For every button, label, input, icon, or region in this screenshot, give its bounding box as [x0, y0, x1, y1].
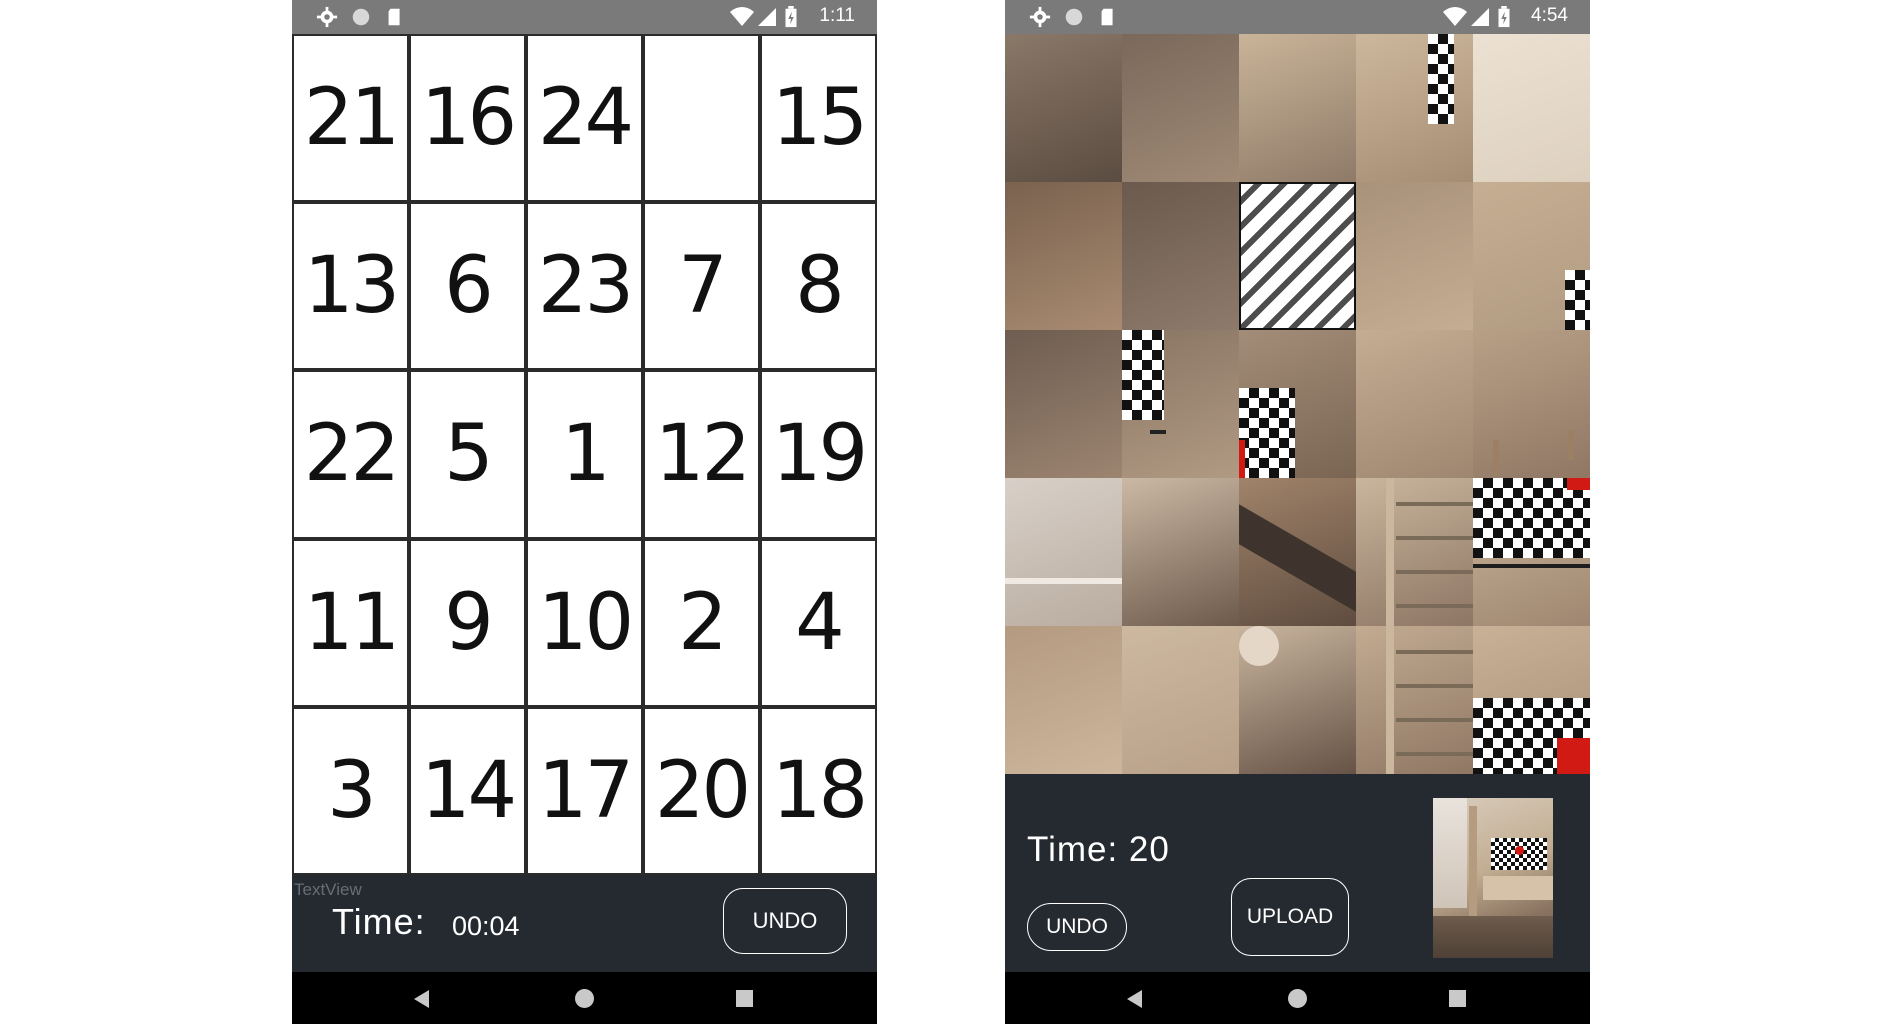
image-tile[interactable] [1005, 34, 1122, 182]
image-tile[interactable] [1473, 182, 1590, 330]
undo-button[interactable]: UNDO [723, 888, 847, 954]
battery-charging-icon [1498, 6, 1510, 28]
phone-number-puzzle: 1:11 21 16 24 15 13 6 23 7 8 22 5 1 12 19 11 9 10 2 4 3 14 17… [292, 0, 877, 1024]
image-tile[interactable] [1356, 626, 1473, 774]
puzzle-tile[interactable]: 8 [762, 204, 875, 369]
battery-charging-icon [785, 6, 797, 28]
puzzle-tile[interactable]: 19 [762, 372, 875, 537]
image-tile[interactable] [1239, 34, 1356, 182]
puzzle-tile[interactable]: 17 [528, 708, 641, 873]
navigation-bar [292, 972, 877, 1024]
image-tile[interactable] [1122, 626, 1239, 774]
home-icon[interactable] [575, 989, 594, 1008]
circle-status-icon [352, 8, 370, 26]
image-tile[interactable] [1356, 330, 1473, 478]
puzzle-tile[interactable]: 11 [294, 540, 407, 705]
back-icon[interactable] [1127, 990, 1142, 1008]
image-tile[interactable] [1239, 478, 1356, 626]
image-tile[interactable] [1356, 182, 1473, 330]
sd-card-icon [388, 8, 400, 26]
signal-icon [758, 8, 776, 26]
image-tile[interactable] [1122, 330, 1239, 478]
puzzle-tile[interactable]: 1 [528, 372, 641, 537]
image-tile[interactable] [1005, 626, 1122, 774]
puzzle-tile[interactable]: 6 [411, 204, 524, 369]
image-tile[interactable] [1005, 330, 1122, 478]
image-tile[interactable] [1005, 182, 1122, 330]
settings-icon [1029, 6, 1051, 28]
clock: 4:54 [1531, 5, 1568, 26]
undo-button[interactable]: UNDO [1027, 903, 1127, 951]
control-panel: TextView Time: 00:04 UNDO [292, 875, 877, 972]
signal-icon [1471, 8, 1489, 26]
image-tile[interactable] [1473, 330, 1590, 478]
settings-icon [316, 6, 338, 28]
puzzle-tile[interactable]: 13 [294, 204, 407, 369]
puzzle-tile[interactable]: 9 [411, 540, 524, 705]
navigation-bar [1005, 972, 1590, 1024]
status-bar: 4:54 [1005, 0, 1590, 34]
back-icon[interactable] [414, 990, 429, 1008]
wifi-icon [1443, 7, 1467, 26]
puzzle-tile[interactable]: 23 [528, 204, 641, 369]
puzzle-tile[interactable]: 22 [294, 372, 407, 537]
recent-apps-icon[interactable] [1449, 990, 1466, 1007]
image-tile[interactable] [1239, 330, 1356, 478]
home-icon[interactable] [1288, 989, 1307, 1008]
upload-button[interactable]: UPLOAD [1231, 878, 1349, 956]
image-tile[interactable] [1473, 34, 1590, 182]
phone-image-puzzle: 4:54 Time: 20 UNDO UPLOAD [1005, 0, 1590, 1024]
room-preview-thumbnail[interactable] [1433, 798, 1553, 958]
puzzle-tile[interactable]: 4 [762, 540, 875, 705]
control-panel: Time: 20 UNDO UPLOAD [1005, 774, 1590, 972]
puzzle-tile[interactable]: 15 [762, 36, 875, 201]
image-tile[interactable] [1005, 478, 1122, 626]
time-label: Time: 20 [1027, 830, 1170, 869]
time-value: 00:04 [452, 911, 520, 941]
recent-apps-icon[interactable] [736, 990, 753, 1007]
puzzle-tile[interactable]: 5 [411, 372, 524, 537]
image-tile[interactable] [1239, 626, 1356, 774]
image-tile[interactable] [1122, 478, 1239, 626]
number-puzzle-board: 21 16 24 15 13 6 23 7 8 22 5 1 12 19 11 9 10 2 4 3 14 17 20 18 [292, 34, 877, 875]
image-puzzle-board [1005, 34, 1590, 774]
time-label: Time: [332, 901, 426, 942]
puzzle-tile[interactable]: 7 [645, 204, 758, 369]
circle-status-icon [1065, 8, 1083, 26]
wifi-icon [730, 7, 754, 26]
puzzle-tile[interactable]: 10 [528, 540, 641, 705]
clock: 1:11 [819, 5, 855, 26]
puzzle-tile[interactable]: 18 [762, 708, 875, 873]
puzzle-tile[interactable]: 20 [645, 708, 758, 873]
sd-card-icon [1101, 8, 1113, 26]
puzzle-tile[interactable]: 14 [411, 708, 524, 873]
puzzle-tile[interactable]: 21 [294, 36, 407, 201]
image-tile[interactable] [1356, 34, 1473, 182]
image-tile[interactable] [1473, 478, 1590, 626]
image-tile[interactable] [1473, 626, 1590, 774]
image-tile[interactable] [1122, 34, 1239, 182]
puzzle-tile[interactable]: 24 [528, 36, 641, 201]
puzzle-tile[interactable]: 16 [411, 36, 524, 201]
status-bar: 1:11 [292, 0, 877, 34]
puzzle-tile[interactable]: 2 [645, 540, 758, 705]
empty-tile[interactable] [645, 36, 758, 201]
image-tile[interactable] [1356, 478, 1473, 626]
textview-placeholder: TextView [294, 880, 362, 899]
image-tile[interactable] [1122, 182, 1239, 330]
puzzle-tile[interactable]: 12 [645, 372, 758, 537]
empty-tile[interactable] [1239, 182, 1356, 330]
puzzle-tile[interactable]: 3 [294, 708, 407, 873]
